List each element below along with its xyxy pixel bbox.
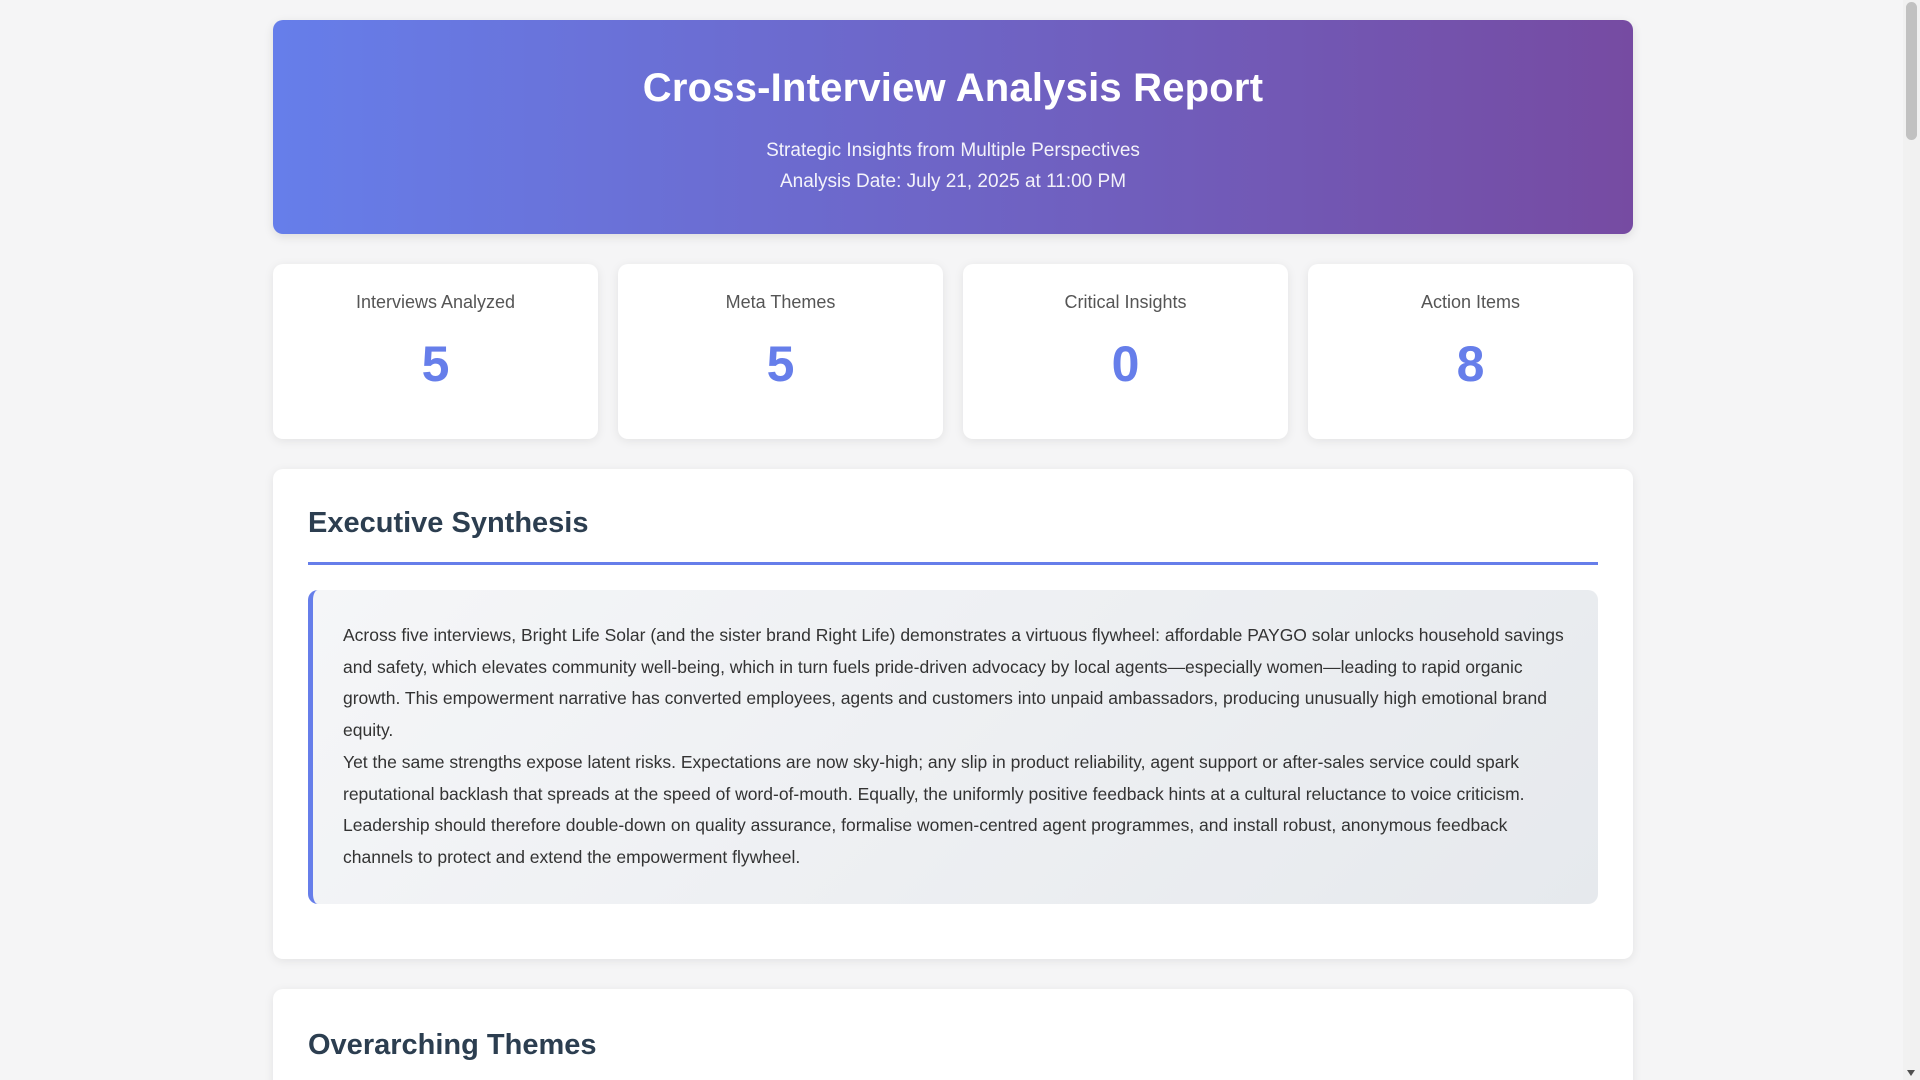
stat-label: Action Items bbox=[1420, 292, 1521, 312]
report-page: Cross-Interview Analysis Report Strategi… bbox=[0, 0, 1920, 1080]
page-title: Cross-Interview Analysis Report bbox=[642, 66, 1264, 110]
section-title: Executive Synthesis bbox=[308, 507, 1598, 565]
stat-label: Critical Insights bbox=[1064, 292, 1187, 312]
stat-value: 0 bbox=[1111, 336, 1140, 392]
stat-label: Meta Themes bbox=[725, 292, 836, 312]
scrollbar-thumb[interactable] bbox=[1906, 2, 1917, 140]
report-container: Cross-Interview Analysis Report Strategi… bbox=[273, 20, 1633, 1080]
section-title: Overarching Themes bbox=[308, 1028, 597, 1061]
stats-row: Interviews Analyzed 5 Meta Themes 5 Crit… bbox=[273, 264, 1633, 439]
overarching-themes-section: Overarching Themes bbox=[273, 988, 1633, 1080]
stat-value: 5 bbox=[421, 336, 450, 392]
analysis-date: Analysis Date: July 21, 2025 at 11:00 PM bbox=[779, 171, 1127, 192]
stat-label: Interviews Analyzed bbox=[355, 292, 516, 312]
stat-value: 8 bbox=[1456, 336, 1485, 392]
stat-card-action-items: Action Items 8 bbox=[1308, 264, 1633, 439]
stat-card-interviews: Interviews Analyzed 5 bbox=[273, 264, 598, 439]
synthesis-paragraph: Yet the same strengths expose latent ris… bbox=[343, 751, 1525, 867]
scroll-down-icon[interactable] bbox=[1907, 1070, 1915, 1076]
synthesis-box: Across five interviews, Bright Life Sola… bbox=[308, 590, 1598, 904]
stat-card-critical-insights: Critical Insights 0 bbox=[963, 264, 1288, 439]
vertical-scrollbar[interactable] bbox=[1903, 0, 1920, 1080]
stat-card-meta-themes: Meta Themes 5 bbox=[618, 264, 943, 439]
synthesis-paragraph: Across five interviews, Bright Life Sola… bbox=[343, 625, 1564, 741]
report-header: Cross-Interview Analysis Report Strategi… bbox=[273, 20, 1633, 234]
executive-synthesis-section: Executive Synthesis Across five intervie… bbox=[273, 469, 1633, 959]
stat-value: 5 bbox=[766, 336, 795, 392]
page-subtitle: Strategic Insights from Multiple Perspec… bbox=[766, 140, 1140, 161]
